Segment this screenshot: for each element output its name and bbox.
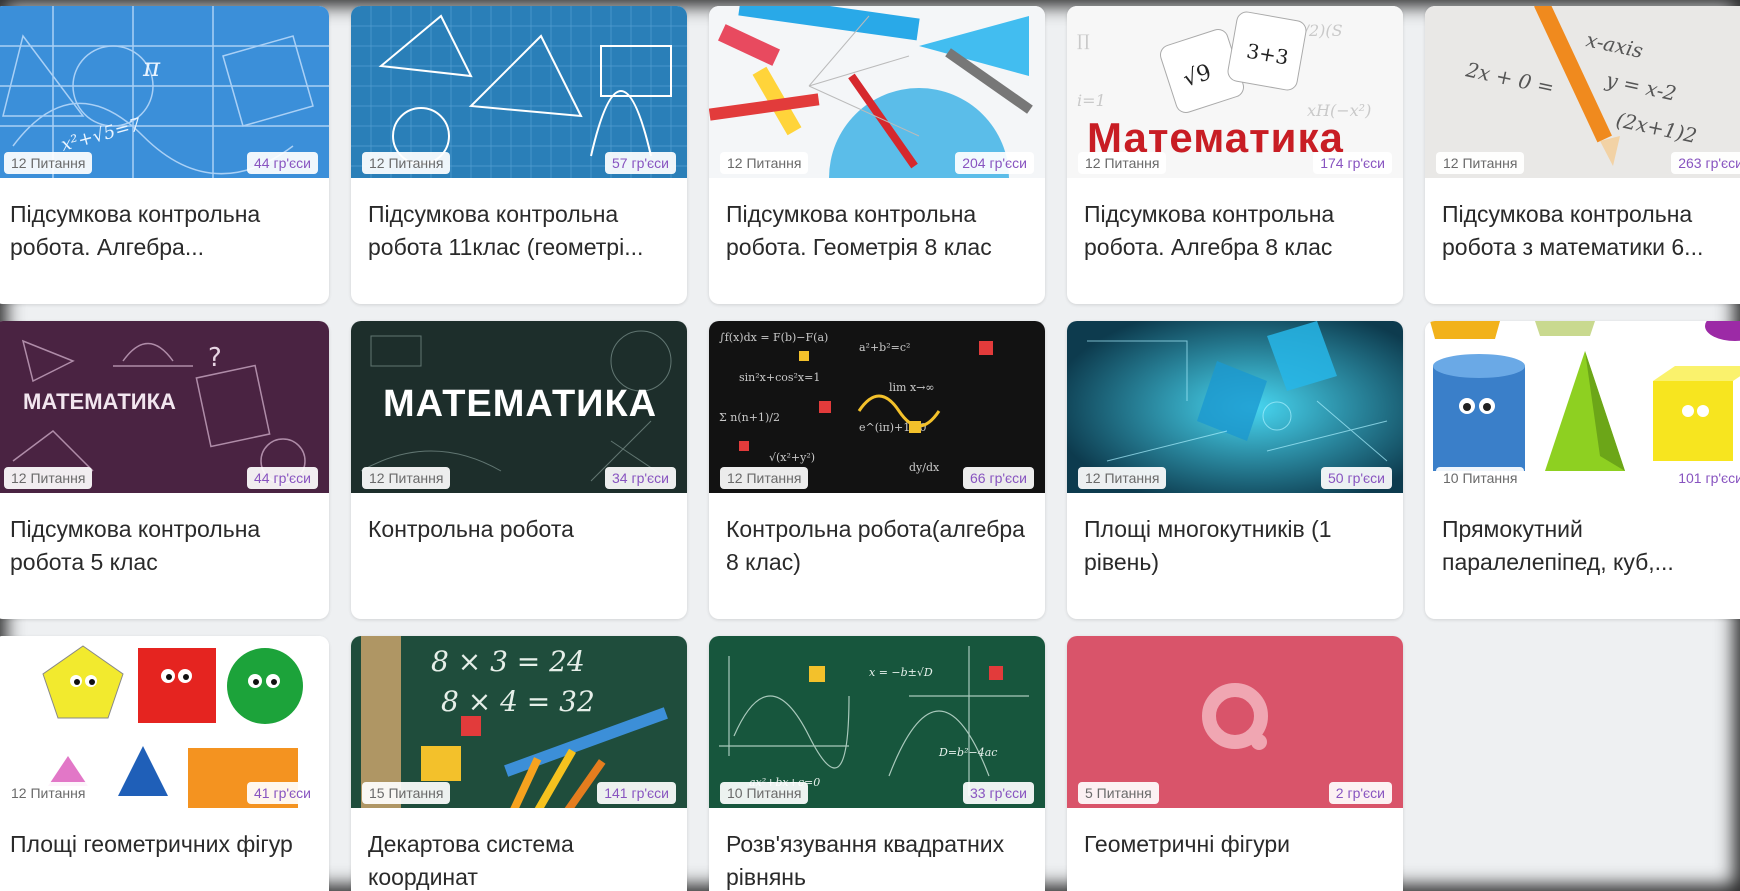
- svg-text:?: ?: [208, 343, 222, 373]
- plays-count-badge: 33 гр'єси: [963, 782, 1034, 804]
- svg-text:D=b²−4ac: D=b²−4ac: [938, 746, 997, 759]
- svg-text:lim x→∞: lim x→∞: [889, 381, 935, 394]
- quiz-card[interactable]: x-axis y = x-2 (2x+1)2 2x + 0 = 12 Питан…: [1425, 6, 1740, 304]
- svg-text:π: π: [142, 53, 161, 83]
- question-count-badge: 12 Питання: [720, 152, 809, 174]
- plays-count-badge: 50 гр'єси: [1321, 467, 1392, 489]
- svg-text:dy/dx: dy/dx: [909, 461, 940, 474]
- quiz-card[interactable]: ? МАТЕМАТИКА 12 Питання 44 гр'єси Підсум…: [0, 321, 329, 619]
- svg-text:x = −b±√D: x = −b±√D: [869, 666, 933, 679]
- quiz-title: Контрольна робота(алгебра 8 клас): [726, 516, 1025, 575]
- svg-text:Σ n(n+1)/2: Σ n(n+1)/2: [719, 411, 780, 424]
- question-count-badge: 12 Питання: [4, 782, 93, 804]
- quiz-title: Підсумкова контрольна робота. Алгебра 8 …: [1084, 201, 1335, 260]
- svg-text:a²+b²=c²: a²+b²=c²: [859, 341, 910, 354]
- question-count-badge: 12 Питання: [362, 467, 451, 489]
- quiz-title: Підсумкова контрольна робота 5 клас: [10, 516, 261, 575]
- question-count-badge: 12 Питання: [1078, 152, 1167, 174]
- plays-count-badge: 57 гр'єси: [605, 152, 676, 174]
- svg-text:√(x²+y²): √(x²+y²): [769, 451, 815, 464]
- plays-count-badge: 44 гр'єси: [247, 152, 318, 174]
- question-count-badge: 12 Питання: [4, 152, 93, 174]
- plays-count-badge: 174 гр'єси: [1313, 152, 1392, 174]
- quiz-title: Площі геометричних фігур: [10, 831, 293, 857]
- quiz-card[interactable]: 10 Питання 101 гр'єси Прямокутний парале…: [1425, 321, 1740, 619]
- plays-count-badge: 34 гр'єси: [605, 467, 676, 489]
- thumbnail-caption: МАТЕМАТИКА: [23, 389, 176, 414]
- plays-count-badge: 66 гр'єси: [963, 467, 1034, 489]
- question-count-badge: 12 Питання: [1078, 467, 1167, 489]
- question-count-badge: 10 Питання: [1436, 467, 1525, 489]
- quiz-card[interactable]: ∏ (n/2)(S xH(−x²) i=1 √9 3+3 Математика 12 …: [1067, 6, 1403, 304]
- question-count-badge: 12 Питання: [1436, 152, 1525, 174]
- thumbnail-caption: МАТЕМАТИКА: [383, 383, 658, 425]
- quiz-card[interactable]: 12 Питання 41 гр'єси Площі геометричних …: [0, 636, 329, 891]
- quiz-title: Геометричні фігури: [1084, 831, 1291, 857]
- plays-count-badge: 2 гр'єси: [1328, 782, 1392, 804]
- svg-text:i=1: i=1: [1077, 91, 1106, 110]
- plays-count-badge: 44 гр'єси: [247, 467, 318, 489]
- quiz-title: Площі многокутників (1 рівень): [1084, 516, 1332, 575]
- quiz-title: Підсумкова контрольна робота з математик…: [1442, 201, 1704, 260]
- question-count-badge: 15 Питання: [362, 782, 451, 804]
- quiz-title: Прямокутний паралелепіпед, куб,...: [1442, 516, 1674, 575]
- quiz-title: Підсумкова контрольна робота 11клас (гео…: [368, 201, 644, 260]
- quiz-card[interactable]: 12 Питання 57 гр'єси Підсумкова контроль…: [351, 6, 687, 304]
- question-count-badge: 12 Питання: [4, 467, 93, 489]
- svg-text:∫f(x)dx = F(b)−F(a): ∫f(x)dx = F(b)−F(a): [719, 331, 828, 344]
- quiz-card[interactable]: 8 × 3 = 24 8 × 4 = 32 15 Питання 141 гр'є…: [351, 636, 687, 891]
- quiz-card[interactable]: π x²+√5=7 12 Питання 44 гр'єси Підсумков…: [0, 6, 329, 304]
- question-count-badge: 10 Питання: [720, 782, 809, 804]
- quiz-title: Розв'язування квадратних рівнянь: [726, 831, 1005, 890]
- quiz-card[interactable]: ax²+bx+c=0x = −b±√DD=b²−4ac 10 Питання 3…: [709, 636, 1045, 891]
- question-count-badge: 12 Питання: [720, 467, 809, 489]
- quiz-title: Контрольна робота: [368, 516, 574, 542]
- svg-text:8 × 3 = 24: 8 × 3 = 24: [431, 645, 585, 678]
- quiz-card[interactable]: ∫f(x)dx = F(b)−F(a) a²+b²=c² sin²x+cos²x=…: [709, 321, 1045, 619]
- quiz-title: Підсумкова контрольна робота. Алгебра...: [10, 201, 261, 260]
- question-count-badge: 5 Питання: [1078, 782, 1159, 804]
- quiz-card[interactable]: 5 Питання 2 гр'єси Геометричні фігури: [1067, 636, 1403, 891]
- plays-count-badge: 41 гр'єси: [247, 782, 318, 804]
- svg-text:sin²x+cos²x=1: sin²x+cos²x=1: [739, 371, 820, 384]
- quiz-card[interactable]: 12 Питання 204 гр'єси Підсумкова контрол…: [709, 6, 1045, 304]
- quiz-grid: π x²+√5=7 12 Питання 44 гр'єси Підсумков…: [0, 0, 1740, 891]
- quiz-card[interactable]: МАТЕМАТИКА 12 Питання 34 гр'єси Контроль…: [351, 321, 687, 619]
- plays-count-badge: 141 гр'єси: [597, 782, 676, 804]
- plays-count-badge: 204 гр'єси: [955, 152, 1034, 174]
- question-count-badge: 12 Питання: [362, 152, 451, 174]
- quiz-title: Підсумкова контрольна робота. Геометрія …: [726, 201, 992, 260]
- quiz-title: Декартова система координат: [368, 831, 574, 890]
- quiz-card[interactable]: 12 Питання 50 гр'єси Площі многокутників…: [1067, 321, 1403, 619]
- plays-count-badge: 101 гр'єси: [1671, 467, 1740, 489]
- svg-text:8 × 4 = 32: 8 × 4 = 32: [441, 685, 595, 718]
- svg-text:∏: ∏: [1077, 31, 1090, 50]
- plays-count-badge: 263 гр'єси: [1671, 152, 1740, 174]
